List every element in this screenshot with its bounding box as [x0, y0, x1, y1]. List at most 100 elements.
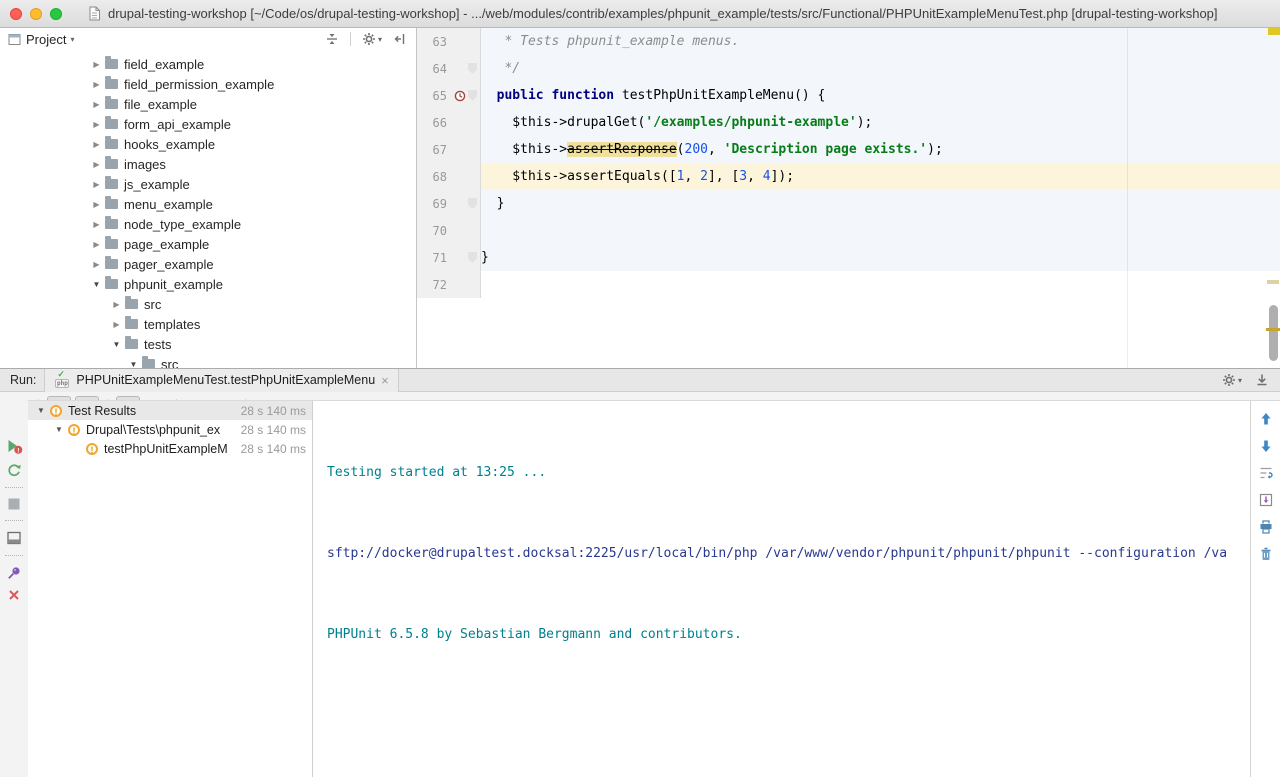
- hide-panel-icon[interactable]: [392, 31, 408, 47]
- test-duration: 28 s 140 ms: [241, 404, 306, 418]
- chevron-down-icon[interactable]: ▼: [54, 425, 64, 434]
- pin-icon[interactable]: [6, 565, 22, 581]
- chevron-right-icon[interactable]: ▶: [91, 60, 102, 69]
- fold-marker-icon[interactable]: [468, 90, 477, 101]
- tree-item-templates[interactable]: ▶templates: [0, 314, 416, 334]
- scroll-to-end-icon[interactable]: [1258, 492, 1274, 508]
- warning-stripe-mark[interactable]: [1267, 280, 1279, 284]
- stop-icon[interactable]: [7, 497, 21, 511]
- chevron-right-icon[interactable]: ▶: [111, 300, 122, 309]
- restore-layout-icon[interactable]: [6, 530, 22, 546]
- editor-line-64: 64 */: [417, 55, 1280, 82]
- tree-item-tests[interactable]: ▼tests: [0, 334, 416, 354]
- console-right-toolbar: [1250, 400, 1280, 777]
- test-duration: 28 s 140 ms: [241, 423, 306, 437]
- close-icon[interactable]: [7, 588, 21, 602]
- fold-marker-icon[interactable]: [468, 63, 477, 74]
- chevron-down-icon[interactable]: ▼: [111, 340, 122, 349]
- chevron-down-icon[interactable]: ▼: [128, 360, 139, 369]
- chevron-right-icon[interactable]: ▶: [91, 260, 102, 269]
- close-window-button[interactable]: [10, 8, 22, 20]
- tree-item-phpunit-example[interactable]: ▼phpunit_example: [0, 274, 416, 294]
- folder-icon: [105, 279, 118, 289]
- toolbar-separator: [350, 32, 351, 46]
- soft-wrap-icon[interactable]: [1258, 465, 1274, 481]
- run-left-toolbar: !: [0, 400, 28, 777]
- test-method-label: testPhpUnitExampleM: [104, 442, 235, 456]
- down-arrow-icon[interactable]: [1258, 438, 1274, 454]
- tree-item-images[interactable]: ▶images: [0, 154, 416, 174]
- warning-stripe-mark[interactable]: [1266, 328, 1280, 331]
- chevron-right-icon[interactable]: ▶: [111, 320, 122, 329]
- editor-line-72: 72: [417, 271, 1280, 298]
- tree-item-field-example[interactable]: ▶field_example: [0, 54, 416, 74]
- project-panel-title[interactable]: Project: [26, 32, 66, 47]
- rerun-failed-tests-icon[interactable]: !: [6, 438, 23, 455]
- chevron-down-icon[interactable]: ▼: [91, 280, 102, 289]
- chevron-right-icon[interactable]: ▶: [91, 240, 102, 249]
- tree-item-menu-example[interactable]: ▶menu_example: [0, 194, 416, 214]
- close-tab-icon[interactable]: ×: [381, 374, 389, 387]
- test-method-row[interactable]: ! testPhpUnitExampleM 28 s 140 ms: [28, 439, 312, 458]
- gear-icon[interactable]: ▾: [1221, 372, 1242, 388]
- fold-marker-icon[interactable]: [468, 198, 477, 209]
- test-history-clock-icon[interactable]: [454, 90, 466, 102]
- chevron-right-icon[interactable]: ▶: [91, 220, 102, 229]
- project-panel-header: Project ▾ ▾: [0, 28, 416, 50]
- run-tool-window: Run: ✓ php PHPUnitExampleMenuTest.testPh…: [0, 368, 1280, 777]
- folder-icon: [125, 339, 138, 349]
- chevron-right-icon[interactable]: ▶: [91, 80, 102, 89]
- chevron-right-icon[interactable]: ▶: [91, 180, 102, 189]
- rerun-icon[interactable]: [6, 462, 22, 478]
- svg-text:!: !: [17, 447, 19, 454]
- chevron-right-icon[interactable]: ▶: [91, 200, 102, 209]
- chevron-right-icon[interactable]: ▶: [91, 100, 102, 109]
- folder-icon: [105, 119, 118, 129]
- run-tab-phpunit-test[interactable]: ✓ php PHPUnitExampleMenuTest.testPhpUnit…: [44, 369, 398, 392]
- tree-item-form-api-example[interactable]: ▶form_api_example: [0, 114, 416, 134]
- tree-item-tests-src[interactable]: ▼src: [0, 354, 416, 368]
- chevron-down-icon[interactable]: ▾: [70, 35, 74, 44]
- folder-icon: [105, 79, 118, 89]
- folder-icon: [105, 259, 118, 269]
- tree-item-node-type-example[interactable]: ▶node_type_example: [0, 214, 416, 234]
- minimize-window-button[interactable]: [30, 8, 42, 20]
- tree-item-hooks-example[interactable]: ▶hooks_example: [0, 134, 416, 154]
- test-results-root-row[interactable]: ▼ ! Test Results 28 s 140 ms: [28, 401, 312, 420]
- editor-line-71: 71 }: [417, 244, 1280, 271]
- test-suite-label: Drupal\Tests\phpunit_ex: [86, 423, 235, 437]
- gear-icon[interactable]: ▾: [361, 31, 382, 47]
- window-controls: [10, 8, 62, 20]
- tree-item-src[interactable]: ▶src: [0, 294, 416, 314]
- scrollbar-thumb[interactable]: [1269, 305, 1278, 361]
- up-arrow-icon[interactable]: [1258, 411, 1274, 427]
- hide-tool-window-icon[interactable]: [1254, 372, 1270, 388]
- chevron-right-icon[interactable]: ▶: [91, 120, 102, 129]
- zoom-window-button[interactable]: [50, 8, 62, 20]
- print-icon[interactable]: [1258, 519, 1274, 535]
- console-line: PHPUnit 6.5.8 by Sebastian Bergmann and …: [327, 621, 1250, 648]
- test-results-label: Test Results: [68, 404, 235, 418]
- clear-console-trash-icon[interactable]: [1258, 546, 1274, 562]
- console-line: Testing started at 13:25 ...: [327, 459, 1250, 486]
- test-suite-row[interactable]: ▼ ! Drupal\Tests\phpunit_ex 28 s 140 ms: [28, 420, 312, 439]
- chevron-down-icon[interactable]: ▼: [36, 406, 46, 415]
- chevron-right-icon[interactable]: ▶: [91, 160, 102, 169]
- editor-line-67: 67 $this->assertResponse(200, 'Descripti…: [417, 136, 1280, 163]
- console-command-line: sftp://docker@drupaltest.docksal:2225/us…: [327, 540, 1250, 567]
- fold-marker-icon[interactable]: [468, 252, 477, 263]
- tree-item-page-example[interactable]: ▶page_example: [0, 234, 416, 254]
- chevron-right-icon[interactable]: ▶: [91, 140, 102, 149]
- tree-item-js-example[interactable]: ▶js_example: [0, 174, 416, 194]
- tree-item-file-example[interactable]: ▶file_example: [0, 94, 416, 114]
- editor-line-70: 70: [417, 217, 1280, 244]
- tree-item-pager-example[interactable]: ▶pager_example: [0, 254, 416, 274]
- locate-file-icon[interactable]: [324, 31, 340, 47]
- editor-scrollbar[interactable]: [1266, 28, 1280, 368]
- code-editor[interactable]: 63 * Tests phpunit_example menus. 64 */ …: [417, 28, 1280, 368]
- editor-line-65: 65 public function testPhpUnitExampleMen…: [417, 82, 1280, 109]
- test-console-output[interactable]: Testing started at 13:25 ... sftp://dock…: [313, 400, 1250, 777]
- warning-stripe-mark[interactable]: [1268, 28, 1280, 35]
- tree-item-field-permission-example[interactable]: ▶field_permission_example: [0, 74, 416, 94]
- editor-line-68-current: 68 $this->assertEquals([1, 2], [3, 4]);: [417, 163, 1280, 190]
